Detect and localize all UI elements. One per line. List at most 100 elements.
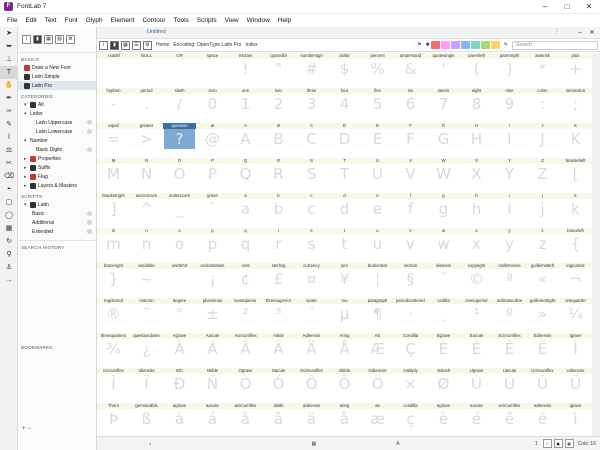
glyph-cell[interactable]: degree ° — [163, 298, 196, 325]
glyph-cell[interactable]: Ntilde Ñ — [196, 368, 229, 395]
flag-red-icon[interactable]: ⚑ — [417, 42, 421, 48]
glyph-cell[interactable]: nn — [130, 228, 163, 255]
rotate-tool-icon[interactable]: ↻ — [0, 235, 18, 248]
glyph-cell[interactable]: uu — [361, 228, 394, 255]
glyph-cell[interactable]: plusminus ± — [196, 298, 229, 325]
search-input[interactable]: Search — [512, 41, 598, 50]
glyph-cell[interactable]: onequarter ¼ — [559, 298, 592, 325]
basics-draw-new-font[interactable]: Draw a New Font — [18, 63, 96, 72]
glyph-cell[interactable]: AE Æ — [361, 333, 394, 360]
glyph-cell[interactable]: brokenbar ¦ — [361, 263, 394, 290]
glyph-cell[interactable]: Odieresis Ö — [361, 368, 394, 395]
glyph-cell[interactable]: ZZ — [526, 158, 559, 185]
glyph-cell[interactable]: SS — [295, 158, 328, 185]
glyph-cell[interactable]: NN — [130, 158, 163, 185]
glyph-cell[interactable]: atilde ã — [262, 403, 295, 430]
glyph-cell[interactable]: braceright} — [97, 263, 130, 290]
glyph-cell[interactable]: XX — [460, 158, 493, 185]
glyph-cell[interactable]: QQ — [229, 158, 262, 185]
glyph-cell[interactable]: igrave ì — [559, 403, 592, 430]
glyph-cell[interactable]: guillemotleft « — [526, 263, 559, 290]
status-font-icon[interactable]: A — [396, 441, 399, 447]
flag-toggle[interactable]: ✱ — [426, 42, 430, 48]
glyph-cell[interactable]: egrave è — [427, 403, 460, 430]
glyph-cell[interactable]: dollar $ — [328, 53, 361, 80]
glyph-cell[interactable]: DD — [328, 123, 361, 150]
glyph-cell[interactable]: Uacute Ú — [493, 368, 526, 395]
rapid-tool-icon[interactable]: ⌇ — [0, 131, 18, 144]
color-swatch-red[interactable] — [430, 41, 440, 49]
glyph-cell[interactable]: ii — [493, 193, 526, 220]
glyph-cell[interactable]: threequarters ¾ — [97, 333, 130, 360]
category-basic-digits[interactable]: Basic Digits — [18, 145, 96, 154]
glyph-cell[interactable]: gg — [427, 193, 460, 220]
close-icon[interactable]: ✕ — [578, 0, 600, 13]
index-tab[interactable]: Index — [245, 42, 257, 48]
grid-view-icon[interactable]: ▦ — [121, 40, 130, 50]
glyph-cell[interactable]: Oacute Ó — [262, 368, 295, 395]
ellipse-tool-icon[interactable]: ◯ — [0, 209, 18, 222]
glyph-cell[interactable]: numbersign # — [295, 53, 328, 80]
glyph-cell[interactable]: seven 7 — [427, 88, 460, 115]
glyph-cell[interactable]: CC — [295, 123, 328, 150]
glyph-cell[interactable]: aring å — [328, 403, 361, 430]
glyph-cell[interactable]: agrave à — [163, 403, 196, 430]
glyph-cell[interactable]: nine 9 — [493, 88, 526, 115]
glyph-cell[interactable]: yy — [493, 228, 526, 255]
glyph-cell[interactable]: section § — [394, 263, 427, 290]
glyph-cell[interactable]: qq — [229, 228, 262, 255]
glyph-cell[interactable]: NULL — [130, 53, 163, 80]
glyph-cell[interactable]: adieresis ä — [295, 403, 328, 430]
glyph-cell[interactable]: bb — [262, 193, 295, 220]
glyph-cell[interactable]: HH — [460, 123, 493, 150]
sidebar-toggle-icon[interactable]: ▮ — [110, 40, 119, 50]
glyph-cell[interactable]: macron ¯ — [130, 298, 163, 325]
glyph-cell[interactable]: TT — [328, 158, 361, 185]
glyph-cell[interactable]: Acircumflex Â — [229, 333, 262, 360]
glyph-cell[interactable]: ss — [295, 228, 328, 255]
glyph-cell[interactable]: sterling £ — [262, 263, 295, 290]
menu-font[interactable]: Font — [61, 17, 82, 24]
glyph-cell[interactable]: Thorn Þ — [97, 403, 130, 430]
glyph-cell[interactable]: paragraph ¶ — [361, 298, 394, 325]
glyph-cell[interactable]: five 5 — [361, 88, 394, 115]
color-swatch-green[interactable] — [480, 41, 490, 49]
category-suffix[interactable]: ▸ Suffix — [18, 163, 96, 172]
glyph-cell[interactable]: ampersand & — [394, 53, 427, 80]
glyph-cell[interactable]: UU — [361, 158, 394, 185]
color-swatch-purple[interactable] — [450, 41, 460, 49]
glyph-cell[interactable]: cent ¢ — [229, 263, 262, 290]
glyph-cell[interactable]: acircumflex â — [229, 403, 262, 430]
glyph-cell[interactable]: eight 8 — [460, 88, 493, 115]
rectangle-tool-icon[interactable]: ▢ — [0, 196, 18, 209]
status-left-icon[interactable]: ♪ — [149, 441, 152, 447]
metrics-tool-icon[interactable]: ⊥ — [0, 53, 18, 66]
menu-glyph[interactable]: Glyph — [82, 17, 107, 24]
glyph-cell[interactable]: Eth Ð — [163, 368, 196, 395]
glyph-cell[interactable]: Edieresis Ë — [526, 333, 559, 360]
glyph-cell[interactable]: zero 0 — [196, 88, 229, 115]
glyph-cell[interactable]: slash / — [163, 88, 196, 115]
pointer-tool-icon[interactable]: ➤ — [0, 27, 18, 40]
glyph-cell[interactable]: WW — [427, 158, 460, 185]
knife-tool-icon[interactable]: ✂ — [0, 157, 18, 170]
glyph-cell[interactable]: Ucircumflex Û — [526, 368, 559, 395]
glyph-cell[interactable]: RR — [262, 158, 295, 185]
category-layers-masters[interactable]: ▸ Layers & Masters — [18, 181, 96, 190]
glyph-cell[interactable]: Igrave Ì — [559, 333, 592, 360]
glyph-cell[interactable]: Agrave À — [163, 333, 196, 360]
glyph-cell[interactable]: greater > — [130, 123, 163, 150]
glyph-cell[interactable]: periodcentered · — [394, 298, 427, 325]
glyph-cell[interactable]: II — [493, 123, 526, 150]
category-number[interactable]: ▾ Number — [18, 136, 96, 145]
home-tab[interactable]: Home — [156, 42, 169, 48]
glyph-cell[interactable]: registered ® — [97, 298, 130, 325]
category-letter[interactable]: ▾ Letter — [18, 109, 96, 118]
script-latin[interactable]: ▾ Latin — [18, 200, 96, 209]
glyph-cell[interactable]: ecircumflex ê — [493, 403, 526, 430]
menu-window[interactable]: Window — [243, 17, 274, 24]
glyph-cell[interactable]: EE — [361, 123, 394, 150]
glyph-cell[interactable]: MM — [97, 158, 130, 185]
cell-size-medium-icon[interactable]: ▣ — [553, 439, 563, 448]
glyph-cell[interactable]: BB — [262, 123, 295, 150]
